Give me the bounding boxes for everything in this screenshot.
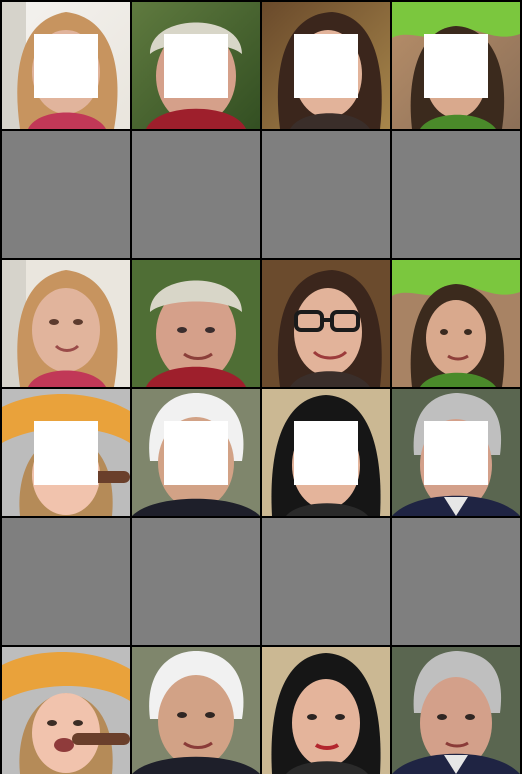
face-graduate-girl	[2, 647, 130, 774]
masked-face-tile	[392, 2, 520, 129]
masked-face-tile	[132, 389, 260, 516]
mask-square	[164, 421, 228, 485]
mask-square	[294, 421, 358, 485]
placeholder-tile	[2, 131, 130, 258]
placeholder-tile	[392, 131, 520, 258]
face-older-man-cap	[132, 260, 260, 387]
mask-square	[424, 34, 488, 98]
masked-face-tile	[262, 2, 390, 129]
masked-face-tile	[132, 2, 260, 129]
full-face-tile	[262, 260, 390, 387]
face-woman-dark-hair	[262, 647, 390, 774]
tile-grid	[2, 2, 520, 774]
full-face-tile	[392, 260, 520, 387]
mask-square	[34, 34, 98, 98]
full-face-tile	[262, 647, 390, 774]
face-woman-glasses	[262, 260, 390, 387]
image-grid	[0, 0, 522, 774]
masked-face-tile	[262, 389, 390, 516]
full-face-tile	[132, 647, 260, 774]
face-older-man-white-hair	[132, 647, 260, 774]
masked-face-tile	[392, 389, 520, 516]
masked-face-tile	[2, 389, 130, 516]
full-face-tile	[392, 647, 520, 774]
placeholder-tile	[2, 518, 130, 645]
face-woman-leaf-hat	[392, 260, 520, 387]
masked-face-tile	[2, 2, 130, 129]
full-face-tile	[2, 260, 130, 387]
face-man-gray-hair-suit	[392, 647, 520, 774]
full-face-tile	[2, 647, 130, 774]
placeholder-tile	[262, 131, 390, 258]
mask-square	[294, 34, 358, 98]
placeholder-tile	[132, 518, 260, 645]
full-face-tile	[132, 260, 260, 387]
mask-square	[424, 421, 488, 485]
face-young-woman-blonde	[2, 260, 130, 387]
placeholder-tile	[392, 518, 520, 645]
mask-square	[164, 34, 228, 98]
placeholder-tile	[132, 131, 260, 258]
mask-square	[34, 421, 98, 485]
placeholder-tile	[262, 518, 390, 645]
